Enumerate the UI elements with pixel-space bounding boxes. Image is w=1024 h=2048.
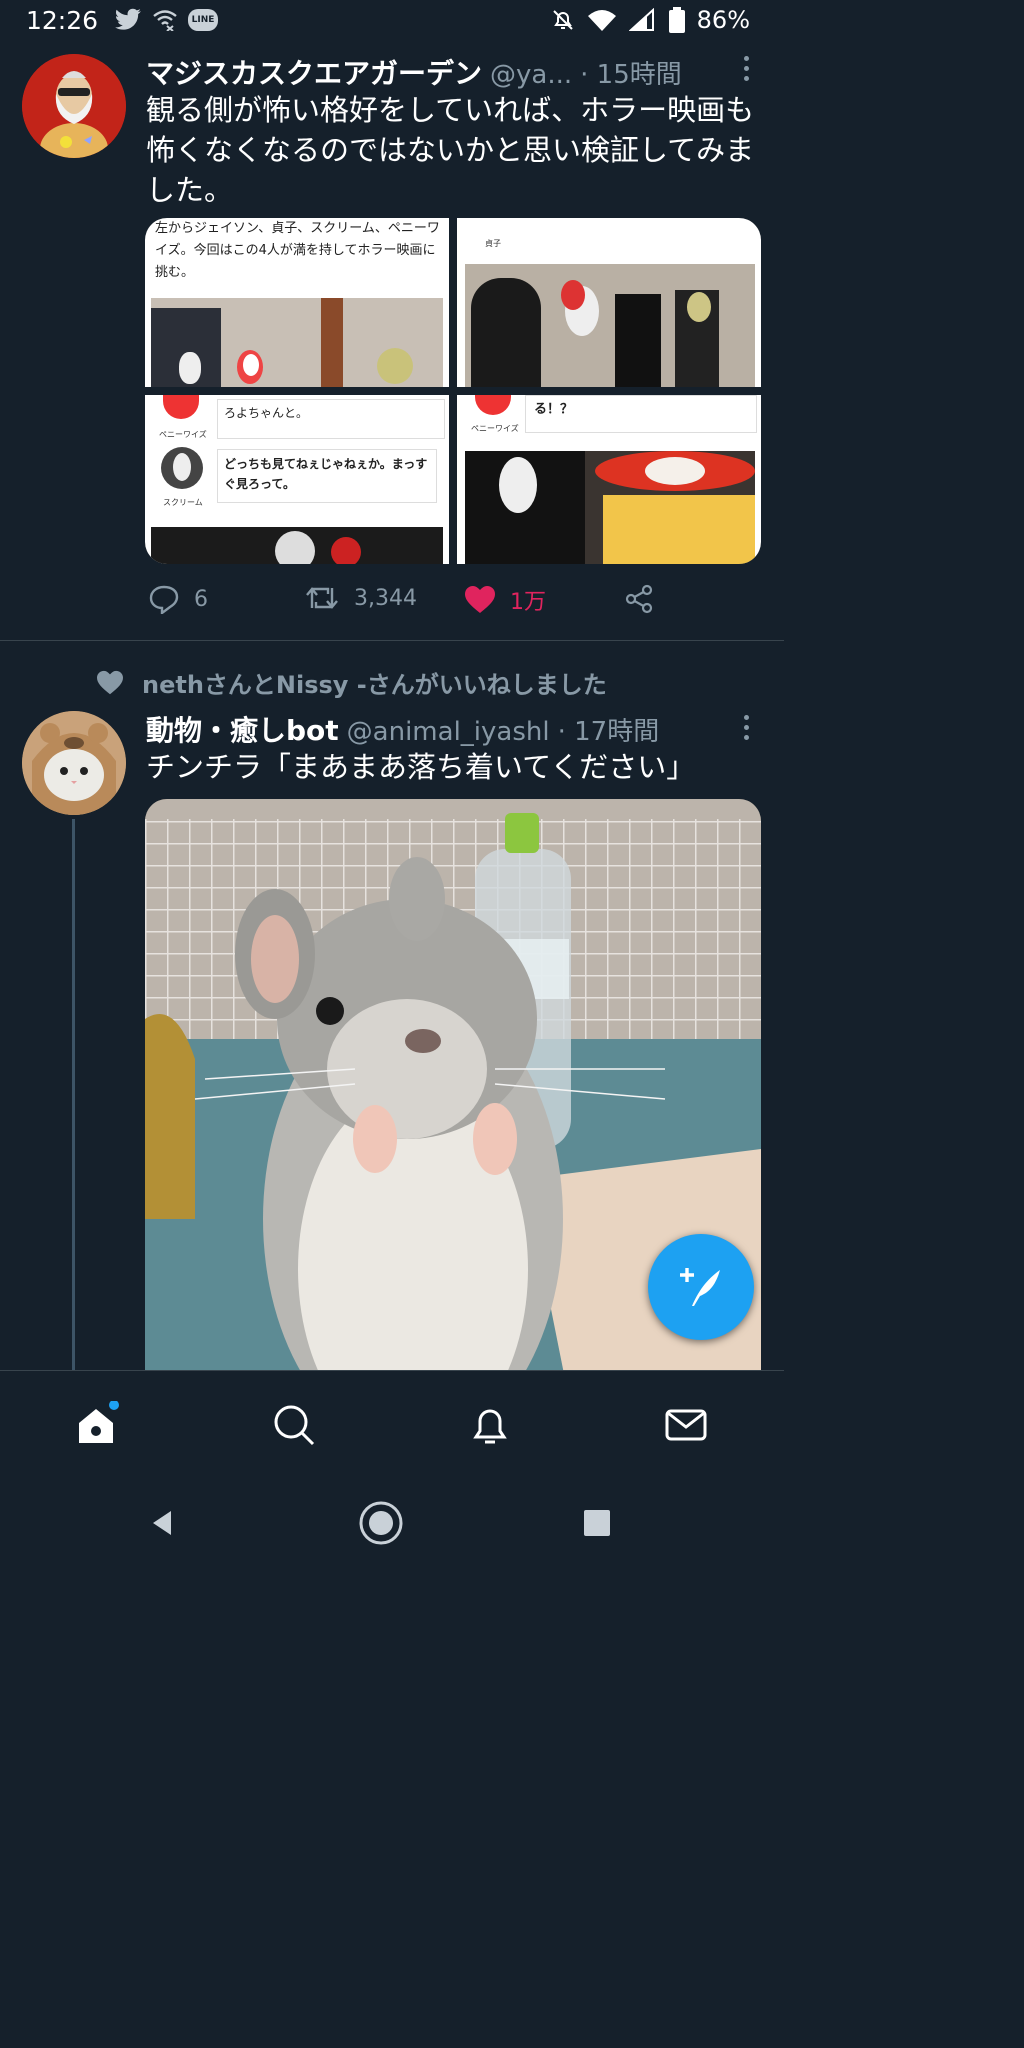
tweet-text: チンチラ「まあまあ落ち着いてください」 [146, 750, 696, 784]
tweet-text: 観る側が怖い格好をしていれば、ホラー映画も怖くなくなるのではないかと思い検証して… [146, 93, 755, 207]
like-count: 1万 [510, 590, 546, 615]
reply-icon [149, 585, 179, 614]
retweet-icon [306, 587, 338, 609]
battery-icon [668, 7, 685, 33]
battery-level: 86% [696, 6, 750, 34]
social-context[interactable]: nethさんとNissy -さんがいいねしました [142, 665, 607, 700]
media-image[interactable]: ペニーワイズ る！？ [457, 395, 761, 564]
heart-icon [97, 670, 123, 694]
back-icon [153, 1511, 171, 1535]
image-label: スクリーム [163, 498, 203, 507]
tweet-actions: 6 3,344 1万 [146, 584, 726, 624]
media-image[interactable]: 貞子 [457, 218, 761, 387]
speech-bubble: どっちも見てねぇじゃねぇか。まっすぐ見ろって。 [217, 449, 437, 503]
tweet-time: · 15時間 [580, 60, 682, 90]
signal-icon [628, 8, 654, 31]
nav-home[interactable] [74, 1401, 122, 1449]
image-label: ペニーワイズ [159, 430, 207, 439]
share-icon [625, 584, 653, 614]
compose-tweet-button[interactable] [648, 1234, 754, 1340]
avatar[interactable] [22, 711, 126, 815]
clock: 12:26 [26, 6, 99, 35]
retweet-count: 3,344 [354, 585, 417, 611]
square-recents-icon [584, 1510, 610, 1536]
home-icon [79, 1401, 119, 1443]
mute-icon [552, 10, 573, 30]
like-button[interactable]: 1万 [464, 584, 546, 616]
wifi-icon [587, 10, 616, 31]
mail-icon [665, 1409, 707, 1441]
image-caption: 貞子 [485, 239, 501, 248]
system-back-button[interactable] [138, 1498, 188, 1548]
user-handle[interactable]: @animal_iyashl [347, 717, 550, 747]
display-name[interactable]: マジスカスクエアガーデン [146, 52, 482, 92]
nav-search[interactable] [270, 1401, 318, 1449]
system-nav-bar [0, 1478, 784, 1568]
tweet[interactable]: マジスカスクエアガーデン @ya... · 15時間 観る側が怖い格好をしていれ… [0, 46, 784, 640]
system-home-button[interactable] [356, 1498, 406, 1548]
circle-home-icon [359, 1501, 403, 1545]
user-handle[interactable]: @ya... [490, 60, 572, 90]
media-image[interactable]: 左からジェイソン、貞子、スクリーム、ペニーワイズ。今回はこの4人が満を持してホラ… [145, 218, 449, 387]
bell-icon [473, 1409, 507, 1444]
status-bar: 12:26 LINE 86% [0, 0, 784, 46]
reply-count: 6 [194, 586, 208, 612]
heart-filled-icon [465, 586, 495, 613]
display-name[interactable]: 動物・癒しbot [146, 709, 339, 749]
tweet-media-grid[interactable]: 左からジェイソン、貞子、スクリーム、ペニーワイズ。今回はこの4人が満を持してホラ… [145, 218, 761, 564]
tweet-time: · 17時間 [557, 717, 660, 747]
system-recents-button[interactable] [572, 1498, 622, 1548]
nav-messages[interactable] [662, 1401, 710, 1449]
twitter-icon [115, 8, 141, 30]
more-options-icon[interactable] [744, 715, 752, 745]
line-app-icon: LINE [188, 9, 218, 31]
feather-plus-icon [680, 1268, 720, 1306]
more-options-icon[interactable] [744, 56, 752, 86]
avatar[interactable] [22, 54, 126, 158]
image-caption: 左からジェイソン、貞子、スクリーム、ペニーワイズ。今回はこの4人が満を持してホラ… [155, 221, 440, 280]
speech-bubble: る！？ [525, 395, 757, 433]
retweet-button[interactable]: 3,344 [304, 584, 417, 612]
image-label: ペニーワイズ [471, 424, 519, 433]
thread-line [72, 819, 75, 1370]
share-button[interactable] [624, 584, 654, 614]
nav-notifications[interactable] [466, 1401, 514, 1449]
wifi-off-icon [153, 10, 177, 31]
speech-bubble: ろよちゃんと。 [217, 399, 445, 439]
search-icon [274, 1405, 315, 1446]
bottom-nav [0, 1370, 784, 1479]
reply-button[interactable]: 6 [148, 584, 208, 614]
media-image[interactable]: ペニーワイズ ろよちゃんと。 スクリーム どっちも見てねぇじゃねぇか。まっすぐ見… [145, 395, 449, 564]
